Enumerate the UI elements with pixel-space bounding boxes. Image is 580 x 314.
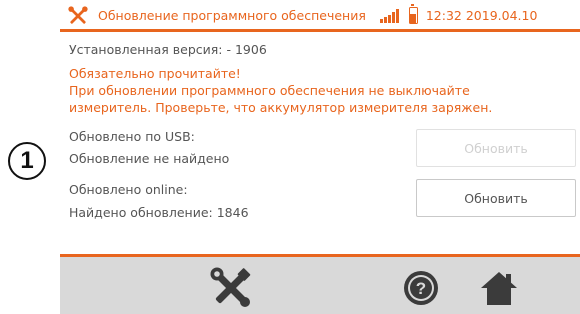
online-update-status: Найдено обновление: 1846 bbox=[69, 205, 249, 220]
online-update-label: Обновлено online: bbox=[69, 182, 188, 197]
usb-update-label: Обновлено по USB: bbox=[69, 129, 195, 144]
help-icon[interactable]: ? bbox=[398, 265, 444, 311]
tools-icon[interactable] bbox=[208, 265, 254, 311]
battery-icon bbox=[408, 4, 418, 24]
clock-date: 12:32 2019.04.10 bbox=[425, 8, 538, 23]
bottom-toolbar: ? bbox=[60, 254, 580, 314]
step-callout: 1 bbox=[8, 142, 46, 180]
installed-version: Установленная версия: - 1906 bbox=[69, 42, 267, 57]
title-bar: Обновление программного обеспечения 12:3… bbox=[60, 2, 580, 32]
usb-update-button[interactable]: Обновить bbox=[416, 129, 576, 167]
warning-text-line-2: измеритель. Проверьте, что аккумулятор и… bbox=[69, 100, 493, 115]
signal-icon bbox=[379, 8, 399, 23]
online-update-button[interactable]: Обновить bbox=[416, 179, 576, 217]
warning-heading: Обязательно прочитайте! bbox=[69, 66, 241, 81]
svg-text:?: ? bbox=[416, 279, 426, 298]
home-icon[interactable] bbox=[476, 265, 522, 311]
meter-screen: Обновление программного обеспечения 12:3… bbox=[60, 2, 580, 314]
warning-text-line-1: При обновлении программного обеспечения … bbox=[69, 83, 470, 98]
usb-update-status: Обновление не найдено bbox=[69, 151, 230, 166]
screen-title: Обновление программного обеспечения bbox=[98, 8, 366, 23]
tools-icon bbox=[66, 4, 90, 28]
